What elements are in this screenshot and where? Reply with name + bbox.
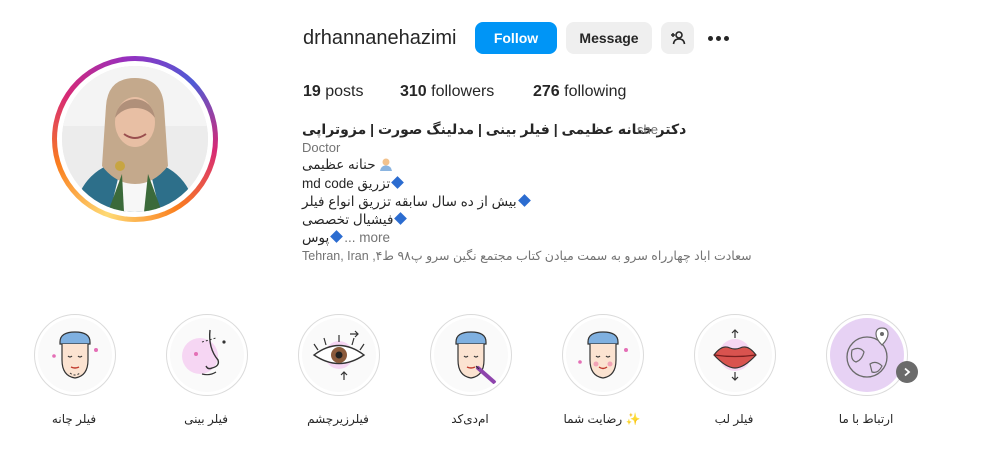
blue-diamond-icon xyxy=(330,230,344,243)
bio-line-4: فیشیال تخصصی xyxy=(302,212,408,228)
face-chin-icon xyxy=(52,331,98,379)
category: Doctor xyxy=(302,140,341,155)
highlight-circle[interactable] xyxy=(166,314,248,396)
followers-stat[interactable]: 310 followers xyxy=(400,83,494,101)
suggest-user-button[interactable] xyxy=(661,22,694,54)
face-injection-icon xyxy=(455,331,496,384)
eye-icon xyxy=(312,330,366,380)
message-button[interactable]: Message xyxy=(566,22,652,54)
nose-icon xyxy=(182,329,226,376)
face-icon xyxy=(578,331,628,379)
display-name: دکتر حنانه عظیمی | فیلر بینی | مدلینگ صو… xyxy=(302,121,687,137)
bio-line-5-text: پوس xyxy=(302,230,330,245)
followers-label: followers xyxy=(431,83,495,100)
avatar-image xyxy=(62,66,208,212)
lips-icon xyxy=(713,329,757,381)
follow-button[interactable]: Follow xyxy=(475,22,557,54)
following-label: following xyxy=(564,83,627,100)
profile-username: drhannanehazimi xyxy=(303,27,457,49)
highlight-circle[interactable] xyxy=(562,314,644,396)
blue-diamond-icon xyxy=(394,212,408,225)
bio-line-3: بیش از ده سال سابقه تزریق انواع فیلر xyxy=(302,194,532,210)
woman-doctor-icon xyxy=(380,158,393,171)
followers-count: 310 xyxy=(400,83,427,100)
chevron-right-icon xyxy=(904,367,911,377)
bio-line-5: پوس ... more xyxy=(302,230,390,246)
bio-line-3-text: بیش از ده سال سابقه تزریق انواع فیلر xyxy=(302,194,517,209)
following-stat[interactable]: 276 following xyxy=(533,83,626,101)
highlight-label: فیلر چانه xyxy=(51,412,97,426)
highlight-label: فیلر لب xyxy=(714,412,754,426)
avatar-portrait xyxy=(62,66,208,212)
bio-line-2: تزریق md code xyxy=(302,176,405,192)
highlight-circle[interactable] xyxy=(826,314,908,396)
blue-diamond-icon xyxy=(517,194,531,207)
add-user-icon xyxy=(670,31,685,45)
posts-count: 19 xyxy=(303,83,321,100)
bio-line-2-text: تزریق md code xyxy=(302,176,391,191)
highlight-circle[interactable] xyxy=(430,314,512,396)
bio-line-4-text: فیشیال تخصصی xyxy=(302,212,394,227)
highlight-circle[interactable] xyxy=(694,314,776,396)
highlight-label: ارتباط با ما xyxy=(838,412,894,426)
highlight-label: رضایت شما ✨ xyxy=(563,412,641,426)
profile-avatar[interactable] xyxy=(52,56,218,222)
location-text[interactable]: سعادت اباد چهارراه سرو به سمت میادن کتاب… xyxy=(302,248,752,263)
posts-label: posts xyxy=(325,83,364,100)
blue-diamond-icon xyxy=(391,176,405,189)
bio-line-1: حنانه عظیمی xyxy=(302,157,393,173)
more-options-icon[interactable] xyxy=(703,26,733,50)
pronouns: she xyxy=(637,122,658,137)
globe-icon xyxy=(846,327,889,378)
highlight-circle[interactable] xyxy=(34,314,116,396)
bio-line-1-text: حنانه عظیمی xyxy=(302,157,376,172)
highlight-circle[interactable] xyxy=(298,314,380,396)
highlight-label: ام‌دی‌کد xyxy=(451,412,489,426)
highlights-next-button[interactable] xyxy=(896,361,918,383)
posts-stat: 19 posts xyxy=(303,83,364,101)
highlight-label: فیلر بینی xyxy=(184,412,228,426)
highlight-label: فیلرزیرچشم xyxy=(307,412,369,426)
more-link[interactable]: ... more xyxy=(344,230,390,245)
following-count: 276 xyxy=(533,83,560,100)
